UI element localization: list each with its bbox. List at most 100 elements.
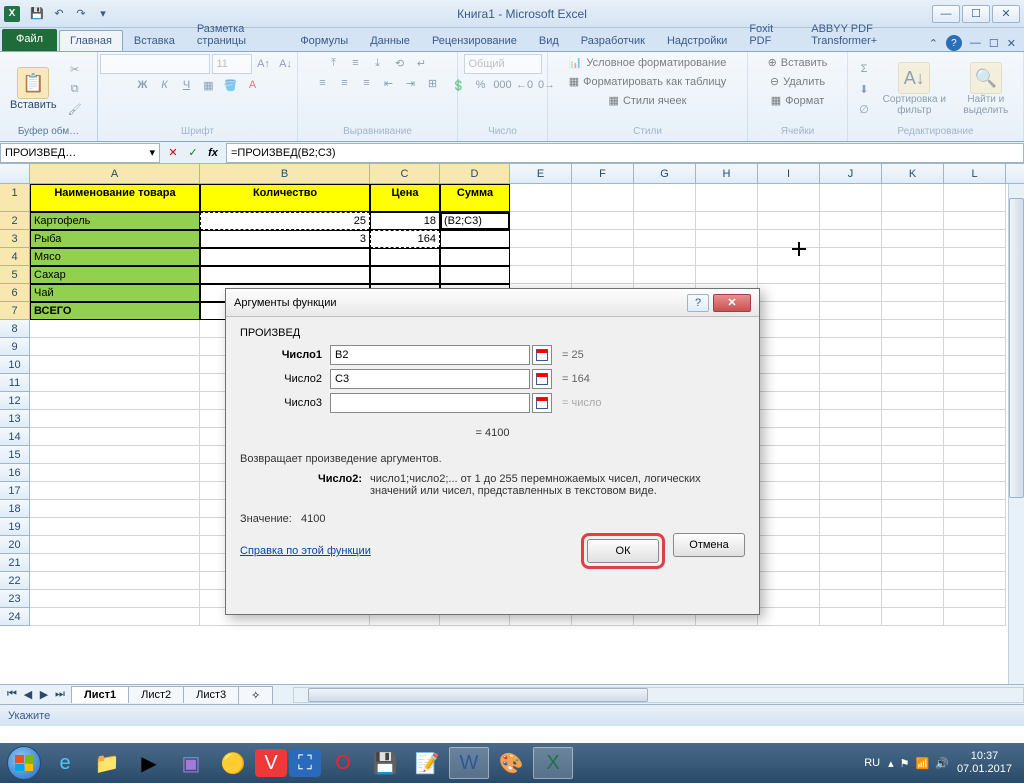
cell[interactable]: [820, 320, 882, 338]
arg1-collapse-button[interactable]: [532, 345, 552, 365]
cell[interactable]: [882, 572, 944, 590]
cell[interactable]: [572, 230, 634, 248]
vertical-scrollbar[interactable]: [1008, 184, 1024, 684]
cell[interactable]: [820, 428, 882, 446]
cell[interactable]: [30, 482, 200, 500]
cell[interactable]: [882, 590, 944, 608]
cell[interactable]: [30, 500, 200, 518]
fx-icon[interactable]: fx: [204, 144, 222, 162]
cell[interactable]: [944, 302, 1006, 320]
cut-icon[interactable]: ✂: [65, 60, 85, 78]
taskbar-app-icon[interactable]: ▣: [171, 747, 211, 779]
sheet-nav-prev-icon[interactable]: ◀: [20, 687, 36, 703]
currency-icon[interactable]: 💲: [449, 76, 469, 94]
tray-network-icon[interactable]: 📶: [916, 757, 930, 770]
cell[interactable]: [944, 284, 1006, 302]
cancel-button[interactable]: Отмена: [673, 533, 745, 557]
row-header-12[interactable]: 12: [0, 392, 30, 410]
cell[interactable]: [820, 500, 882, 518]
insert-cells-button[interactable]: ⊕ Вставить: [762, 54, 834, 71]
cell[interactable]: [758, 284, 820, 302]
col-header-B[interactable]: B: [200, 164, 370, 183]
tab-review[interactable]: Рецензирование: [421, 30, 528, 51]
cell[interactable]: [882, 374, 944, 392]
find-select-button[interactable]: 🔍 Найти и выделить: [955, 60, 1017, 118]
col-header-K[interactable]: K: [882, 164, 944, 183]
cell[interactable]: [30, 518, 200, 536]
cell[interactable]: [820, 410, 882, 428]
cell[interactable]: [820, 392, 882, 410]
cell[interactable]: [30, 428, 200, 446]
cell[interactable]: [696, 266, 758, 284]
cell[interactable]: [882, 320, 944, 338]
cell-D2[interactable]: (B2;C3): [440, 212, 510, 230]
cell[interactable]: [30, 446, 200, 464]
cell[interactable]: [820, 230, 882, 248]
cell[interactable]: [634, 230, 696, 248]
row-header-13[interactable]: 13: [0, 410, 30, 428]
cell[interactable]: [944, 410, 1006, 428]
dialog-close-button[interactable]: ✕: [713, 294, 751, 312]
workbook-close-icon[interactable]: ✕: [1007, 37, 1016, 50]
file-tab[interactable]: Файл: [2, 29, 57, 51]
row-header-8[interactable]: 8: [0, 320, 30, 338]
fill-color-icon[interactable]: 🪣: [221, 76, 241, 94]
minimize-button[interactable]: —: [932, 5, 960, 23]
cell[interactable]: [820, 248, 882, 266]
cell[interactable]: [944, 230, 1006, 248]
cell[interactable]: [820, 464, 882, 482]
cell[interactable]: [30, 392, 200, 410]
cell[interactable]: [882, 554, 944, 572]
dialog-titlebar[interactable]: Аргументы функции ? ✕: [226, 289, 759, 317]
tab-data[interactable]: Данные: [359, 30, 421, 51]
sort-filter-button[interactable]: A↓ Сортировка и фильтр: [878, 60, 951, 118]
name-box[interactable]: ПРОИЗВЕД… ▾: [0, 143, 160, 163]
row-header-24[interactable]: 24: [0, 608, 30, 626]
cell[interactable]: [820, 184, 882, 212]
cell-C2[interactable]: 18: [370, 212, 440, 230]
cell-D1[interactable]: Сумма: [440, 184, 510, 212]
formula-input[interactable]: =ПРОИЗВЕД(B2;C3): [226, 143, 1024, 163]
horizontal-scrollbar[interactable]: [293, 687, 1024, 703]
cell[interactable]: [882, 446, 944, 464]
cell[interactable]: [944, 590, 1006, 608]
col-header-I[interactable]: I: [758, 164, 820, 183]
redo-icon[interactable]: ↷: [72, 5, 90, 23]
cell[interactable]: [944, 320, 1006, 338]
cell[interactable]: [30, 572, 200, 590]
cell[interactable]: [758, 374, 820, 392]
row-header-20[interactable]: 20: [0, 536, 30, 554]
tab-foxit[interactable]: Foxit PDF: [738, 18, 800, 51]
cell[interactable]: [944, 608, 1006, 626]
cell-B5[interactable]: [200, 266, 370, 284]
arg2-input[interactable]: [330, 369, 530, 389]
sheet-nav-next-icon[interactable]: ▶: [36, 687, 52, 703]
cell[interactable]: [30, 464, 200, 482]
row-header-9[interactable]: 9: [0, 338, 30, 356]
cell[interactable]: [944, 248, 1006, 266]
dialog-help-button[interactable]: ?: [687, 294, 709, 312]
taskbar-excel-icon[interactable]: X: [533, 747, 573, 779]
cell[interactable]: [944, 428, 1006, 446]
indent-decrease-icon[interactable]: ⇤: [379, 74, 399, 92]
col-header-G[interactable]: G: [634, 164, 696, 183]
save-icon[interactable]: 💾: [28, 5, 46, 23]
cell[interactable]: [882, 302, 944, 320]
cell[interactable]: [882, 392, 944, 410]
orientation-icon[interactable]: ⟲: [390, 54, 410, 72]
comma-icon[interactable]: 000: [493, 76, 513, 94]
accept-formula-icon[interactable]: ✓: [184, 144, 202, 162]
cell[interactable]: [820, 212, 882, 230]
function-help-link[interactable]: Справка по этой функции: [240, 545, 371, 557]
cell-C1[interactable]: Цена: [370, 184, 440, 212]
row-header-21[interactable]: 21: [0, 554, 30, 572]
cell[interactable]: [882, 518, 944, 536]
conditional-formatting-button[interactable]: 📊Условное форматирование: [563, 54, 733, 71]
cell[interactable]: [510, 230, 572, 248]
tab-abbyy[interactable]: ABBYY PDF Transformer+: [800, 18, 928, 51]
tab-page-layout[interactable]: Разметка страницы: [186, 18, 290, 51]
cell[interactable]: [820, 590, 882, 608]
tray-clock[interactable]: 10:37 07.01.2017: [957, 750, 1012, 776]
cell[interactable]: [758, 212, 820, 230]
row-header-17[interactable]: 17: [0, 482, 30, 500]
